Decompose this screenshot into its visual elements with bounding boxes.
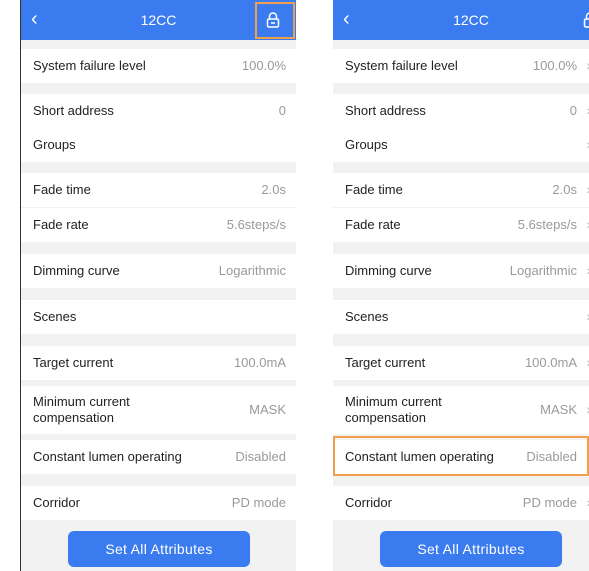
row-label: Short address <box>345 103 426 118</box>
row-label: Dimming curve <box>345 263 432 278</box>
row-dimming-curve[interactable]: Dimming curve Logarithmic <box>21 254 296 288</box>
row-label: Fade rate <box>345 217 401 232</box>
row-value: 5.6steps/s <box>226 217 286 232</box>
row-value: 0 <box>569 103 577 118</box>
row-label: Fade time <box>33 182 91 197</box>
lock-icon[interactable] <box>581 11 589 29</box>
row-value: 2.0s <box>261 182 286 197</box>
row-short-address[interactable]: Short address 0 › <box>333 94 589 128</box>
row-value: 2.0s <box>552 182 577 197</box>
row-value: PD mode <box>522 495 577 510</box>
phone-screen-right: ‹ 12CC System failure level 100.0% › Sho… <box>333 0 589 571</box>
row-short-address[interactable]: Short address 0 <box>21 94 296 128</box>
row-value: Logarithmic <box>509 263 577 278</box>
constant-lumen-highlight <box>333 436 589 476</box>
row-label: Short address <box>33 103 114 118</box>
row-label: Corridor <box>345 495 392 510</box>
row-label: System failure level <box>33 58 146 73</box>
row-label: Groups <box>345 137 388 152</box>
app-header: ‹ 12CC <box>333 0 589 40</box>
row-minimum-current-compensation[interactable]: Minimum current compensation MASK › <box>333 386 589 434</box>
row-value: PD mode <box>231 495 286 510</box>
row-target-current[interactable]: Target current 100.0mA › <box>333 346 589 380</box>
page-title: 12CC <box>453 12 489 28</box>
row-scenes[interactable]: Scenes <box>21 300 296 334</box>
row-label: Groups <box>33 137 76 152</box>
row-system-failure-level[interactable]: System failure level 100.0% › <box>333 49 589 83</box>
row-value: Logarithmic <box>218 263 286 278</box>
row-corridor[interactable]: Corridor PD mode <box>21 486 296 520</box>
row-label: Dimming curve <box>33 263 120 278</box>
set-all-attributes-button[interactable]: Set All Attributes <box>380 531 562 567</box>
row-constant-lumen-operating[interactable]: Constant lumen operating Disabled <box>21 440 296 474</box>
row-value: 5.6steps/s <box>517 217 577 232</box>
row-value: 100.0mA <box>524 355 577 370</box>
row-fade-time[interactable]: Fade time 2.0s <box>21 173 296 207</box>
row-label: Scenes <box>33 309 77 324</box>
phone-screen-left: ‹ 12CC System failure level 100.0% Short… <box>20 0 296 571</box>
row-value: 100.0% <box>532 58 577 73</box>
row-corridor[interactable]: Corridor PD mode › <box>333 486 589 520</box>
row-label: Minimum current compensation <box>345 394 442 425</box>
row-fade-time[interactable]: Fade time 2.0s › <box>333 173 589 207</box>
row-value: MASK <box>540 402 577 417</box>
row-value: MASK <box>249 402 286 417</box>
row-scenes[interactable]: Scenes › <box>333 300 589 334</box>
row-label: Fade time <box>345 182 403 197</box>
row-dimming-curve[interactable]: Dimming curve Logarithmic › <box>333 254 589 288</box>
row-minimum-current-compensation[interactable]: Minimum current compensation MASK <box>21 386 296 434</box>
row-value: Disabled <box>235 449 286 464</box>
row-system-failure-level[interactable]: System failure level 100.0% <box>21 49 296 83</box>
row-value: 0 <box>278 103 286 118</box>
row-label: System failure level <box>345 58 458 73</box>
row-fade-rate[interactable]: Fade rate 5.6steps/s <box>21 208 296 242</box>
row-groups[interactable]: Groups <box>21 128 296 162</box>
row-groups[interactable]: Groups › <box>333 128 589 162</box>
row-label: Target current <box>33 355 114 370</box>
row-target-current[interactable]: Target current 100.0mA <box>21 346 296 380</box>
row-value: 100.0% <box>241 58 286 73</box>
row-label: Target current <box>345 355 426 370</box>
lock-highlight <box>255 2 295 39</box>
row-label: Constant lumen operating <box>33 449 182 464</box>
set-all-attributes-button[interactable]: Set All Attributes <box>68 531 250 567</box>
row-label: Scenes <box>345 309 389 324</box>
row-fade-rate[interactable]: Fade rate 5.6steps/s › <box>333 208 589 242</box>
row-label: Fade rate <box>33 217 89 232</box>
row-label: Corridor <box>33 495 80 510</box>
row-value: 100.0mA <box>233 355 286 370</box>
row-label: Minimum current compensation <box>33 394 130 425</box>
